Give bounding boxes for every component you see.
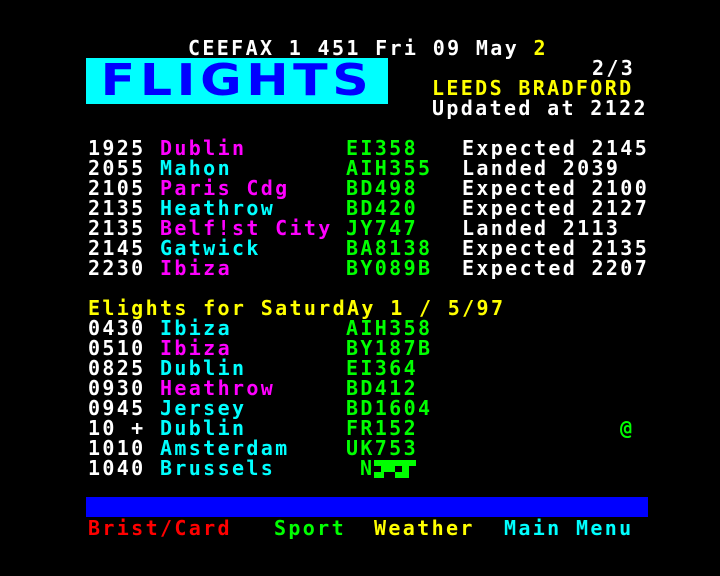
flight-number: BD1604 [346, 396, 433, 420]
flight-time: 0825 [88, 356, 146, 380]
updated-time: Updated at 2122 [432, 96, 648, 120]
flight-number: BD498 [346, 176, 418, 200]
flight-destination: Belf!st City [160, 216, 333, 240]
flight-status: Expected 2135 [462, 236, 650, 260]
flight-time: 0945 [88, 396, 146, 420]
teletext-screen: CEEFAX 1 451 Fri 09 May 2 FLIGHTS 2/3 LE… [0, 0, 720, 576]
tomorrow-heading: Elights for SaturdAy 1 / 5/97 [88, 296, 506, 320]
flight-status: Expected 2207 [462, 256, 650, 280]
flight-time: 2145 [88, 236, 146, 260]
flight-number: N [360, 456, 375, 480]
flight-status: Landed 2113 [462, 216, 621, 240]
flight-number: AIH358 [346, 316, 433, 340]
header-day: Fri [375, 36, 419, 60]
stray-character: @ [620, 416, 635, 440]
flight-time: 1040 [88, 456, 146, 480]
flight-time: 2105 [88, 176, 146, 200]
banner-title: FLIGHTS [100, 55, 374, 106]
flight-destination: Ibiza [160, 316, 232, 340]
flight-destination: Amsterdam [160, 436, 290, 460]
airport-name: LEEDS BRADFORD [432, 76, 634, 100]
fastext-yellow-link[interactable]: Weather [374, 518, 475, 538]
flight-destination: Heathrow [160, 196, 276, 220]
flight-number: BY187B [346, 336, 433, 360]
flight-status: Landed 2039 [462, 156, 621, 180]
flight-time: 0510 [88, 336, 146, 360]
flight-time: 2230 [88, 256, 146, 280]
flight-destination: Heathrow [160, 376, 276, 400]
flight-status: Expected 2145 [462, 136, 650, 160]
header-clock: 2 [533, 36, 548, 60]
flight-destination: Mahon [160, 156, 232, 180]
flight-number: UK753 [346, 436, 418, 460]
flight-destination: Dublin [160, 356, 247, 380]
flight-time: 2135 [88, 216, 146, 240]
header-date: 09 May [432, 36, 520, 60]
flights-banner: FLIGHTS [86, 58, 388, 104]
fastext-red-link[interactable]: Brist/Card [88, 518, 232, 538]
flight-destination: Gatwick [160, 236, 261, 260]
flight-number: BD412 [346, 376, 418, 400]
flight-destination: Brussels [160, 456, 276, 480]
flight-number: EI364 [346, 356, 418, 380]
flight-number: EI358 [346, 136, 418, 160]
flight-time: 2135 [88, 196, 146, 220]
divider-bar [86, 497, 648, 517]
table-row: 1925 [88, 138, 146, 158]
corrupted-mosaic-icon [374, 460, 416, 478]
flight-time: 0430 [88, 316, 146, 340]
flight-number: FR152 [346, 416, 418, 440]
flight-time: 2055 [88, 156, 146, 180]
fastext-green-link[interactable]: Sport [274, 518, 346, 538]
flight-time: 1010 [88, 436, 146, 460]
flight-destination: Paris Cdg [160, 176, 290, 200]
flight-number: BA8138 [346, 236, 433, 260]
flight-destination: Dublin [160, 416, 247, 440]
flight-destination: Ibiza [160, 336, 232, 360]
flight-number: BY089B [346, 256, 433, 280]
flight-number: JY747 [346, 216, 418, 240]
flight-status: Expected 2100 [462, 176, 650, 200]
flight-status: Expected 2127 [462, 196, 650, 220]
flight-time: 10 + [88, 416, 146, 440]
flight-number: BD420 [346, 196, 418, 220]
flight-destination: Dublin [160, 136, 247, 160]
flight-destination: Ibiza [160, 256, 232, 280]
flight-destination: Jersey [160, 396, 247, 420]
fastext-cyan-link[interactable]: Main Menu [504, 518, 634, 538]
subpage-indicator: 2/3 [592, 56, 636, 80]
flight-time: 0930 [88, 376, 146, 400]
flight-number: AIH355 [346, 156, 433, 180]
